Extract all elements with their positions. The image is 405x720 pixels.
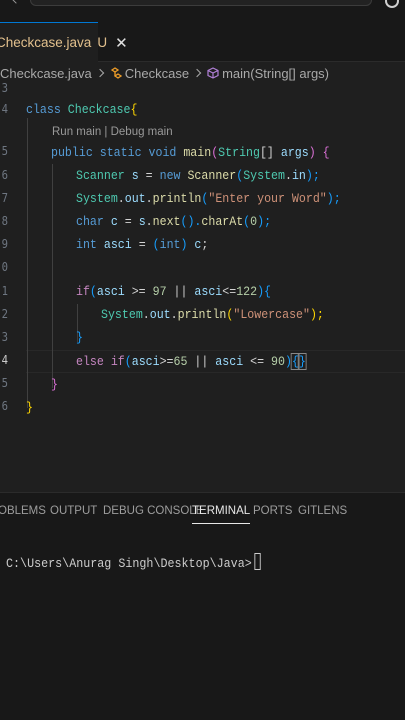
line-number-gutter: 3 4 5 6 7 8 9 0 1 2 3 4 5 6 — [0, 80, 14, 492]
code-line-14: else if(asci>=65 || asci <= 90){} — [76, 353, 307, 370]
title-bar — [0, 0, 405, 10]
panel-tab-ports[interactable]: PORTS — [253, 505, 292, 517]
close-icon[interactable]: ✕ — [115, 34, 128, 52]
code-line-15: } — [51, 377, 58, 392]
line-number: 8 — [1, 213, 8, 228]
panel-tab-gitlens[interactable]: GITLENS — [298, 505, 347, 517]
line-number: 3 — [1, 80, 8, 95]
line-number: 1 — [1, 283, 8, 298]
account-icon[interactable] — [385, 0, 399, 8]
tab-checkcase-java[interactable]: Checkcase.java U ✕ — [0, 22, 128, 62]
code-editor[interactable]: 3 4 5 6 7 8 9 0 1 2 3 4 5 6 class Checkc… — [0, 80, 405, 492]
line-number: 5 — [1, 143, 8, 158]
code-line-9: int asci = (int) c; — [76, 237, 209, 252]
terminal-cursor — [254, 553, 261, 570]
code-line-13: } — [76, 330, 83, 345]
terminal-prompt: C:\Users\Anurag Singh\Desktop\Java> — [6, 556, 252, 571]
line-number-active: 4 — [1, 352, 8, 367]
back-arrow-icon[interactable] — [10, 0, 22, 4]
code-line-6: Scanner s = new Scanner(System.in); — [76, 168, 320, 183]
indent-guide — [27, 118, 28, 408]
code-line-11: if(asci >= 97 || asci<=122){ — [76, 284, 272, 299]
terminal-output[interactable]: C:\Users\Anurag Singh\Desktop\Java> — [6, 553, 261, 571]
chevron-right-icon — [192, 68, 202, 78]
tab-untracked-badge: U — [97, 35, 108, 50]
line-number: 6 — [1, 398, 8, 413]
bottom-panel: OBLEMS OUTPUT DEBUG CONSOLE TERMINAL POR… — [0, 492, 405, 720]
line-number: 2 — [1, 306, 8, 321]
code-line-8: char c = s.next().charAt(0); — [76, 214, 272, 229]
code-line-4: class Checkcase{ — [26, 102, 138, 117]
chevron-right-icon — [95, 68, 105, 78]
line-number: 6 — [1, 167, 8, 182]
code-line-16: } — [26, 400, 33, 415]
code-line-12: System.out.println("Lowercase"); — [101, 307, 324, 322]
line-number: 5 — [1, 375, 8, 390]
breadcrumb-class[interactable]: Checkcase — [125, 66, 189, 81]
codelens-run-debug[interactable]: Run main | Debug main — [52, 126, 173, 138]
breadcrumb-method[interactable]: main(String[] args) — [222, 66, 329, 81]
panel-tab-debug-console[interactable]: DEBUG CONSOLE — [103, 505, 203, 517]
command-center-search[interactable] — [30, 0, 372, 6]
panel-tab-terminal[interactable]: TERMINAL — [192, 505, 251, 524]
line-number: 4 — [1, 101, 8, 116]
line-number: 3 — [1, 329, 8, 344]
line-number: 9 — [1, 236, 8, 251]
editor-tab-bar: Checkcase.java U ✕ — [0, 10, 405, 62]
class-icon — [110, 67, 122, 79]
code-line-7: System.out.println("Enter your Word"); — [76, 191, 341, 206]
panel-tab-output[interactable]: OUTPUT — [50, 505, 97, 517]
line-number: 7 — [1, 190, 8, 205]
line-number: 0 — [1, 259, 8, 274]
code-line-5: public static void main(String[] args) { — [51, 145, 330, 160]
method-icon — [207, 67, 219, 79]
breadcrumb: Checkcase.java Checkcase main(String[] a… — [0, 62, 405, 84]
panel-tab-problems[interactable]: OBLEMS — [0, 505, 46, 517]
indent-guide — [52, 164, 53, 388]
tab-filename: Checkcase.java — [0, 35, 92, 50]
breadcrumb-file[interactable]: Checkcase.java — [0, 66, 92, 81]
